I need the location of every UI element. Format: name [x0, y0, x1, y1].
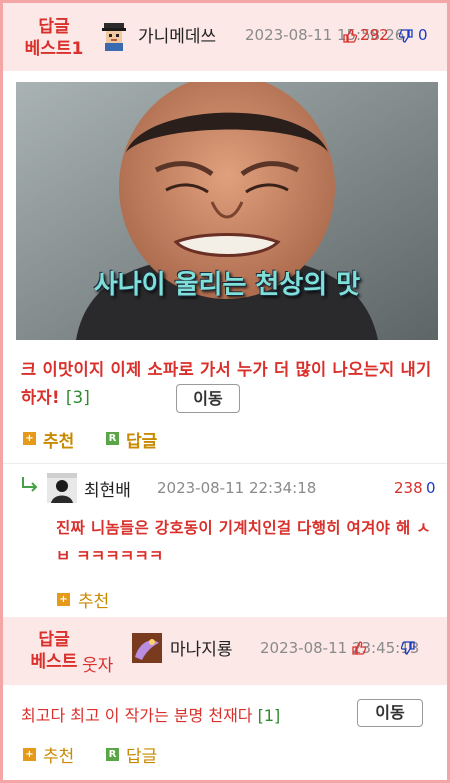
thumbs-down-icon[interactable] — [401, 641, 415, 655]
reply-r-icon: R — [106, 748, 119, 761]
author-nickname[interactable]: 마나지룡 — [170, 635, 233, 660]
user-avatar-icon — [102, 23, 126, 51]
badge-category: 웃자 — [82, 656, 114, 676]
upvote-count: 292 — [360, 26, 389, 44]
move-button[interactable]: 이동 — [176, 384, 240, 413]
badge-label-bottom: 베스트 — [30, 652, 78, 672]
image-caption: 사나이 울리는 천상의 맛 — [93, 270, 361, 300]
comment-author[interactable]: 최현배 — [84, 476, 131, 501]
badge-label-bottom: 베스트1 — [24, 39, 84, 59]
post-image[interactable]: 사나이 울리는 천상의 맛 — [16, 82, 438, 340]
comment-count: [3] — [65, 388, 91, 407]
recommend-button[interactable]: 추천 — [43, 742, 74, 767]
crying-man-photo — [16, 82, 438, 340]
comment-count: [1] — [257, 706, 281, 725]
post-title: 최고다 최고 이 작가는 분명 천재다 [1] — [21, 702, 280, 726]
reply-button[interactable]: 답글 — [126, 427, 157, 452]
comment-text: 진짜 니놈들은 강호동이 기계치인걸 다행히 여겨야 해 ㅅㅂ ㅋㅋㅋㅋㅋㅋ — [56, 519, 431, 565]
badge-label-top: 답글 — [38, 17, 70, 37]
comment-date: 2023-08-11 22:34:18 — [157, 479, 317, 497]
downvote-count: 0 — [418, 26, 428, 44]
user-avatar-icon — [132, 633, 162, 663]
plus-icon: + — [57, 593, 70, 606]
plus-icon: + — [23, 432, 36, 445]
user-avatar-icon — [47, 473, 77, 503]
thumbs-down-icon[interactable] — [399, 29, 413, 43]
reply-arrow-icon — [22, 477, 38, 492]
badge-label-top: 답글 — [38, 630, 70, 650]
divider — [3, 463, 447, 464]
comment-recommend-button[interactable]: 추천 — [78, 587, 109, 612]
author-nickname[interactable]: 가니메데쓰 — [138, 22, 216, 47]
comment-downvote-count: 0 — [426, 479, 436, 497]
recommend-button[interactable]: 추천 — [43, 427, 74, 452]
thumbs-up-icon[interactable] — [352, 641, 366, 655]
best-badge: 답글 베스트1 — [14, 16, 94, 60]
comment-upvote-count: 238 — [394, 479, 423, 497]
reply-button[interactable]: 답글 — [126, 742, 157, 767]
reply-r-icon: R — [106, 432, 119, 445]
post-title-text: 최고다 최고 이 작가는 분명 천재다 — [21, 706, 253, 725]
post-date: 2023-08-11 23:45:13 — [260, 639, 420, 657]
plus-icon: + — [23, 748, 36, 761]
thumbs-up-icon[interactable] — [343, 29, 357, 43]
move-button[interactable]: 이동 — [357, 699, 423, 727]
